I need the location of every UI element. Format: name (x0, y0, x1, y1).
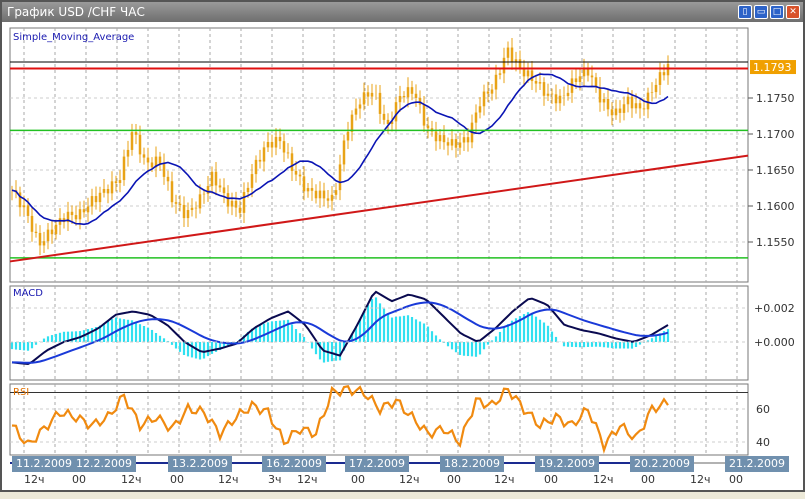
indicator-label: Simple_Moving_Average (13, 32, 134, 43)
date-label: 13.2.2009 (168, 456, 232, 472)
time-label: 12ч (593, 473, 614, 486)
time-label: 00 (351, 473, 365, 486)
price-tick-label: 1.1650 (756, 164, 795, 177)
price-tick-label: 1.1750 (756, 92, 795, 105)
time-label: 00 (447, 473, 461, 486)
pane-0 (9, 27, 749, 283)
rsi-label: RSI (13, 387, 29, 398)
date-label: 12.2.2009 (72, 456, 136, 472)
date-label: 16.2.2009 (262, 456, 326, 472)
date-label: 20.2.2009 (630, 456, 694, 472)
time-label: 00 (72, 473, 86, 486)
time-label: 00 (729, 473, 743, 486)
time-label: 00 (641, 473, 655, 486)
date-label: 11.2.2009 (12, 456, 76, 472)
price-tick-label: 1.1700 (756, 128, 795, 141)
date-label: 21.2.2009 (725, 456, 789, 472)
price-tick-label: 1.1600 (756, 200, 795, 213)
pane-2 (9, 383, 749, 456)
macd-tick-label: +0.000 (754, 336, 795, 349)
date-label: 18.2.2009 (440, 456, 504, 472)
date-label: 17.2.2009 (345, 456, 409, 472)
time-label: 12ч (690, 473, 711, 486)
time-label: 12ч (297, 473, 318, 486)
current-price-label: 1.1793 (753, 61, 792, 74)
time-label: 12ч (121, 473, 142, 486)
rsi-tick-label: 60 (756, 403, 770, 416)
date-label: 19.2.2009 (535, 456, 599, 472)
time-label: 00 (544, 473, 558, 486)
price-tick-label: 1.1550 (756, 236, 795, 249)
rsi-tick-label: 40 (756, 436, 770, 449)
time-label: 3ч (268, 473, 282, 486)
chart-area[interactable]: 1.1750 1.1700 1.1650 1.1600 1.1550 1.1793 Simp… (0, 0, 805, 499)
time-label: 12ч (399, 473, 420, 486)
time-label: 12ч (494, 473, 515, 486)
time-label: 12ч (218, 473, 239, 486)
time-label: 12ч (24, 473, 45, 486)
macd-tick-label: +0.002 (754, 302, 795, 315)
time-label: 00 (170, 473, 184, 486)
macd-label: MACD (13, 288, 43, 299)
